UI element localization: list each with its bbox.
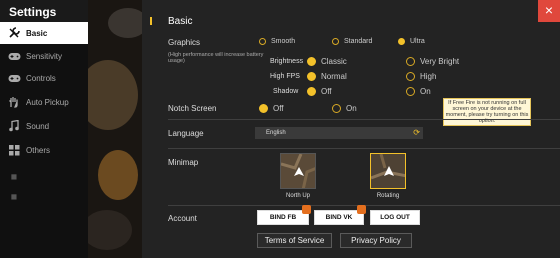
wrench-icon [7, 27, 21, 39]
minimap-label: Minimap [168, 158, 199, 167]
minimap-option-north-up[interactable] [280, 153, 316, 189]
graphics-option-ultra[interactable]: Ultra [398, 38, 425, 45]
logout-button[interactable]: LOG OUT [370, 210, 420, 225]
sidebar-item-label: Others [26, 145, 51, 155]
option-label: Classic [321, 57, 347, 66]
sidebar-item-others[interactable]: Others [0, 139, 88, 161]
option-label: Off [273, 104, 284, 113]
option-label: Very Bright [420, 57, 460, 66]
background-artwork [88, 0, 142, 258]
radio-icon [406, 87, 415, 96]
graphics-label: Graphics [168, 38, 201, 47]
minimap-rotating-label: Rotating [376, 193, 400, 199]
sidebar-item-label: Sensitivity [26, 51, 63, 61]
sidebar-item-label: Auto Pickup [26, 97, 69, 107]
sidebar-item-sound[interactable]: Sound [0, 115, 88, 137]
sidebar: Settings Basic Sensitivity Controls Auto… [0, 0, 88, 258]
reward-tag-icon [302, 205, 311, 214]
minimap-rotating-icon [371, 154, 405, 188]
radio-icon [332, 104, 341, 113]
settings-panel: × Basic Graphics (High performance will … [142, 0, 560, 258]
sidebar-item-label: Controls [26, 73, 56, 83]
shadow-label: Shadow [273, 88, 299, 95]
radio-icon [332, 38, 339, 45]
sidebar-item-controls[interactable]: Controls [0, 67, 88, 89]
brightness-option-classic[interactable]: Classic [307, 57, 347, 66]
minimap-option-rotating[interactable] [370, 153, 406, 189]
sidebar-background-item: ◼ [10, 171, 18, 181]
high-fps-label: High FPS [270, 73, 300, 80]
sidebar-title: Settings [0, 0, 88, 22]
music-note-icon [7, 120, 21, 132]
option-label: High [420, 72, 437, 81]
radio-selected-icon [307, 87, 316, 96]
radio-selected-icon [307, 57, 316, 66]
section-marker [150, 17, 152, 25]
radio-icon [259, 38, 266, 45]
brightness-label: Brightness [270, 58, 304, 65]
shadow-option-off[interactable]: Off [307, 87, 332, 96]
gamepad-icon [7, 72, 21, 84]
notch-screen-label: Notch Screen [168, 104, 217, 113]
reward-tag-icon [357, 205, 366, 214]
graphics-note: (High performance will increase battery … [168, 52, 264, 64]
radio-icon [406, 57, 415, 66]
divider [168, 148, 560, 149]
gamepad-icon [7, 50, 21, 62]
sidebar-item-label: Sound [26, 121, 50, 131]
close-button[interactable]: × [538, 0, 560, 22]
option-label: Off [321, 87, 332, 96]
graphics-option-smooth[interactable]: Smooth [259, 38, 295, 45]
option-label: Smooth [271, 38, 296, 45]
sidebar-item-sensitivity[interactable]: Sensitivity [0, 45, 88, 67]
graphics-option-standard[interactable]: Standard [332, 38, 372, 45]
minimap-north-up-icon [281, 154, 315, 188]
brightness-option-very-bright[interactable]: Very Bright [406, 57, 459, 66]
privacy-policy-button[interactable]: Privacy Policy [340, 233, 412, 248]
minimap-north-up-label: North Up [285, 193, 310, 199]
hand-icon [7, 96, 21, 108]
sidebar-item-basic[interactable]: Basic [0, 22, 88, 44]
notch-tooltip: If Free Fire is not running on full scre… [443, 98, 531, 126]
refresh-icon: ⟳ [413, 128, 420, 137]
divider [168, 119, 560, 120]
radio-selected-icon [398, 38, 405, 45]
language-value: English [266, 130, 286, 136]
option-label: On [420, 87, 431, 96]
sidebar-item-label: Basic [26, 28, 48, 38]
language-select[interactable]: English ⟳ [255, 127, 423, 139]
sidebar-background-item: ◼ [10, 191, 18, 201]
notch-option-off[interactable]: Off [259, 104, 284, 113]
notch-option-on[interactable]: On [332, 104, 357, 113]
high-fps-option-high[interactable]: High [406, 72, 436, 81]
shadow-option-on[interactable]: On [406, 87, 431, 96]
option-label: Normal [321, 72, 347, 81]
option-label: Standard [344, 38, 373, 45]
grid-icon [7, 144, 21, 156]
account-label: Account [168, 214, 197, 223]
sidebar-item-auto-pickup[interactable]: Auto Pickup [0, 91, 88, 113]
language-label: Language [168, 129, 204, 138]
radio-icon [406, 72, 415, 81]
terms-of-service-button[interactable]: Terms of Service [257, 233, 332, 248]
radio-selected-icon [259, 104, 268, 113]
section-title: Basic [168, 16, 193, 27]
option-label: Ultra [410, 38, 425, 45]
radio-selected-icon [307, 72, 316, 81]
high-fps-option-normal[interactable]: Normal [307, 72, 347, 81]
option-label: On [346, 104, 357, 113]
